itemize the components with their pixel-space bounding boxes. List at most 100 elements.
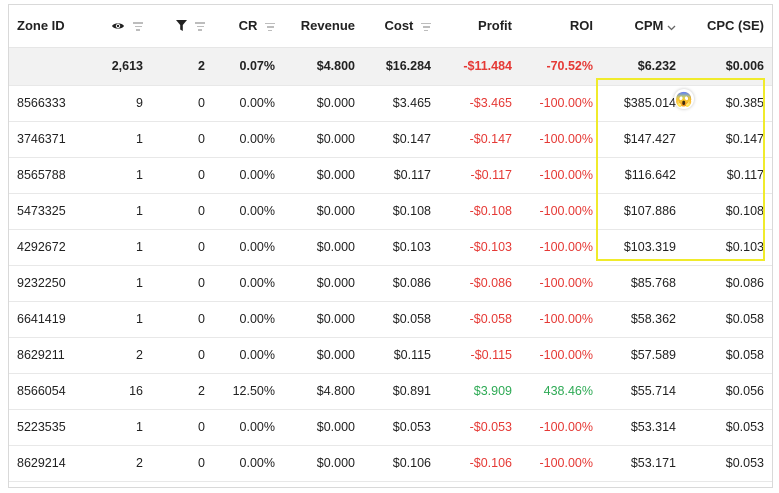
cost-cell: $0.086: [363, 265, 439, 302]
table-row[interactable]: 8629214 2 0 0.00% $0.000 $0.106 -$0.106 -100.00…: [9, 445, 772, 482]
views-cell: 1: [87, 121, 151, 158]
cost-cell: $0.106: [363, 445, 439, 482]
cost-cell: $0.115: [363, 337, 439, 374]
cpm-cell: $53.171: [601, 445, 684, 482]
cpm-cell: $107.886: [601, 193, 684, 230]
profit-cell: -$0.115: [439, 337, 520, 374]
cost-cell: $0.053: [363, 409, 439, 446]
profit-cell: -$0.147: [439, 121, 520, 158]
table-row[interactable]: 5223535 1 0 0.00% $0.000 $0.053 -$0.053 -100.00…: [9, 409, 772, 446]
revenue-cell: $0.000: [283, 265, 363, 302]
revenue-cell: $0.000: [283, 157, 363, 194]
summary-roi: -70.52%: [520, 47, 601, 86]
col-header-profit[interactable]: Profit: [439, 5, 520, 48]
cr-cell: 0.00%: [213, 85, 283, 122]
col-header-cpc[interactable]: CPC (SE): [684, 5, 772, 48]
cr-cell: 0.00%: [213, 301, 283, 338]
zone-id-cell: 8566333: [9, 85, 87, 122]
cpm-cell: $385.014: [601, 85, 684, 122]
views-cell: 2: [87, 337, 151, 374]
cost-cell: $0.103: [363, 229, 439, 266]
summary-revenue: $4.800: [283, 47, 363, 86]
zone-id-cell: 8566054: [9, 373, 87, 410]
funnel-icon: [176, 19, 188, 34]
cr-cell: 0.00%: [213, 409, 283, 446]
filter-icon[interactable]: [195, 20, 205, 33]
cpm-cell: $103.319: [601, 229, 684, 266]
cpm-cell: $85.768: [601, 265, 684, 302]
roi-cell: -100.00%: [520, 265, 601, 302]
table-row[interactable]: 4292672 1 0 0.00% $0.000 $0.103 -$0.103 -100.00…: [9, 229, 772, 266]
zone-id-cell: 8629214: [9, 445, 87, 482]
cpc-cell: $0.108: [684, 193, 772, 230]
table-row[interactable]: 8565788 1 0 0.00% $0.000 $0.117 -$0.117 -100.00…: [9, 157, 772, 194]
roi-cell: -100.00%: [520, 157, 601, 194]
table-row[interactable]: 8566054 16 2 12.50% $4.800 $0.891 $3.909 438.46…: [9, 373, 772, 410]
zone-id-cell: 4292672: [9, 229, 87, 266]
cr-cell: 0.00%: [213, 121, 283, 158]
cpc-cell: $0.086: [684, 265, 772, 302]
conversions-cell: 2: [151, 373, 213, 410]
conversions-cell: 0: [151, 121, 213, 158]
views-cell: 1: [87, 301, 151, 338]
chevron-down-icon: [667, 19, 676, 34]
conversions-cell: 0: [151, 337, 213, 374]
col-header-cpm[interactable]: CPM: [601, 5, 684, 48]
filter-icon[interactable]: [133, 20, 143, 33]
cr-cell: 0.00%: [213, 157, 283, 194]
profit-cell: -$0.117: [439, 157, 520, 194]
views-cell: 1: [87, 229, 151, 266]
profit-cell: -$3.465: [439, 85, 520, 122]
conversions-cell: 0: [151, 445, 213, 482]
cpm-cell: $147.427: [601, 121, 684, 158]
header-row: Zone ID CR Revenue Cost Profit ROI CPM C…: [9, 5, 772, 48]
cpc-cell: $0.147: [684, 121, 772, 158]
cpc-cell: $0.053: [684, 445, 772, 482]
cr-cell: 0.00%: [213, 265, 283, 302]
cr-cell: 12.50%: [213, 373, 283, 410]
table-row[interactable]: 6641419 1 0 0.00% $0.000 $0.058 -$0.058 -100.00…: [9, 301, 772, 338]
table-row[interactable]: 8566333 9 0 0.00% $0.000 $3.465 -$3.465 -100.00…: [9, 85, 772, 122]
roi-cell: -100.00%: [520, 445, 601, 482]
col-header-revenue[interactable]: Revenue: [283, 5, 363, 48]
summary-row: 2,613 2 0.07% $4.800 $16.284 -$11.484 -7…: [9, 47, 772, 86]
table-row[interactable]: 8629211 2 0 0.00% $0.000 $0.115 -$0.115 -100.00…: [9, 337, 772, 374]
summary-profit: -$11.484: [439, 47, 520, 86]
filter-icon[interactable]: [421, 21, 431, 34]
col-header-views[interactable]: [87, 5, 151, 48]
zone-id-cell: 5473325: [9, 193, 87, 230]
summary-cr: 0.07%: [213, 47, 283, 86]
profit-cell: -$0.086: [439, 265, 520, 302]
views-cell: 1: [87, 265, 151, 302]
cpc-cell: $0.103: [684, 229, 772, 266]
col-header-zone-id[interactable]: Zone ID: [9, 5, 87, 48]
table-body: 8566333 9 0 0.00% $0.000 $3.465 -$3.465 -100.00…: [9, 85, 772, 482]
views-cell: 2: [87, 445, 151, 482]
zone-stats-table-container: Zone ID CR Revenue Cost Profit ROI CPM C…: [8, 4, 773, 488]
summary-conversions: 2: [151, 47, 213, 86]
profit-cell: -$0.106: [439, 445, 520, 482]
cost-cell: $0.147: [363, 121, 439, 158]
table-row[interactable]: 9232250 1 0 0.00% $0.000 $0.086 -$0.086 -100.00…: [9, 265, 772, 302]
views-cell: 1: [87, 409, 151, 446]
roi-cell: -100.00%: [520, 301, 601, 338]
zone-id-cell: 5223535: [9, 409, 87, 446]
conversions-cell: 0: [151, 193, 213, 230]
col-header-cost[interactable]: Cost: [363, 5, 439, 48]
table-row[interactable]: 3746371 1 0 0.00% $0.000 $0.147 -$0.147 -100.00…: [9, 121, 772, 158]
table-row[interactable]: 5473325 1 0 0.00% $0.000 $0.108 -$0.108 -100.00…: [9, 193, 772, 230]
col-header-roi[interactable]: ROI: [520, 5, 601, 48]
cpm-cell: $58.362: [601, 301, 684, 338]
cost-cell: $3.465: [363, 85, 439, 122]
roi-cell: -100.00%: [520, 229, 601, 266]
zone-id-cell: 8565788: [9, 157, 87, 194]
zone-id-cell: 8629211: [9, 337, 87, 374]
revenue-cell: $0.000: [283, 85, 363, 122]
conversions-cell: 0: [151, 301, 213, 338]
col-header-cr[interactable]: CR: [213, 5, 283, 48]
filter-icon[interactable]: [265, 21, 275, 34]
profit-cell: $3.909: [439, 373, 520, 410]
col-header-conversions[interactable]: [151, 5, 213, 48]
conversions-cell: 0: [151, 265, 213, 302]
cr-cell: 0.00%: [213, 229, 283, 266]
